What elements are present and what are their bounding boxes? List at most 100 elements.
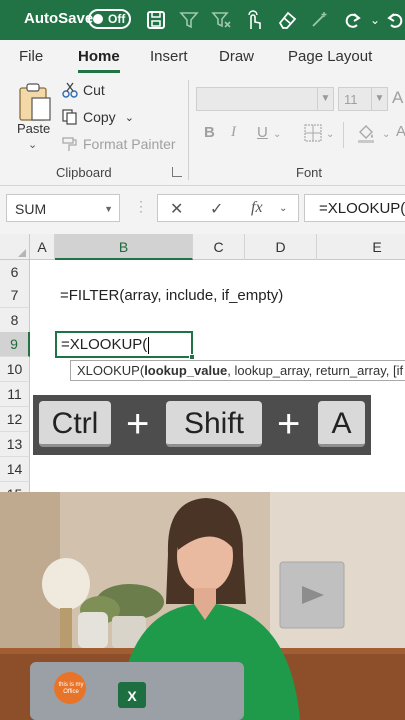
presenter-video: X this is my Office bbox=[0, 492, 405, 720]
tab-insert[interactable]: Insert bbox=[150, 48, 188, 65]
tooltip-remaining-args: , lookup_array, return_array, [if bbox=[227, 363, 404, 378]
row-header[interactable]: 15 bbox=[0, 482, 30, 492]
autosave-toggle-text: Off bbox=[108, 12, 126, 26]
laptop-sticker-text: this is my Office bbox=[58, 682, 84, 695]
chevron-down-icon[interactable]: ⌄ bbox=[326, 129, 334, 140]
column-headers: A B C D E bbox=[0, 234, 405, 260]
tab-file[interactable]: File bbox=[19, 48, 43, 65]
paste-icon[interactable] bbox=[18, 82, 52, 122]
ribbon-tabs: File Home Insert Draw Page Layout bbox=[0, 40, 405, 74]
tab-home[interactable]: Home bbox=[78, 48, 120, 65]
cut-button[interactable]: Cut bbox=[62, 82, 105, 98]
clipboard-launcher-icon[interactable] bbox=[172, 167, 182, 177]
row-header[interactable]: 10 bbox=[0, 357, 30, 382]
formula-input[interactable]: =XLOOKUP( bbox=[304, 194, 405, 222]
font-size-select[interactable]: 11 ▼ bbox=[338, 87, 388, 111]
active-cell-value: =XLOOKUP( bbox=[61, 336, 148, 353]
undo-icon[interactable] bbox=[384, 9, 405, 31]
cut-label: Cut bbox=[83, 82, 105, 98]
column-header-a[interactable]: A bbox=[30, 234, 55, 260]
copy-icon bbox=[62, 109, 77, 125]
enter-icon[interactable]: ✓ bbox=[210, 199, 223, 219]
key-ctrl: Ctrl bbox=[39, 401, 111, 447]
tooltip-current-arg[interactable]: lookup_value bbox=[144, 363, 227, 378]
cancel-icon[interactable]: ✕ bbox=[170, 199, 183, 219]
row-header[interactable]: 13 bbox=[0, 432, 30, 457]
italic-button[interactable]: I bbox=[231, 124, 236, 141]
row-header-selected[interactable]: 9 bbox=[0, 332, 30, 357]
ribbon: Paste ⌄ Cut Copy ⌄ Format Painter Clipbo… bbox=[0, 74, 405, 186]
chevron-down-icon: ▼ bbox=[371, 88, 387, 110]
filter-icon[interactable] bbox=[178, 9, 200, 31]
key-a: A bbox=[318, 401, 365, 447]
chevron-down-icon[interactable]: ▼ bbox=[104, 204, 113, 214]
autosave-label: AutoSave bbox=[24, 10, 94, 27]
name-box[interactable]: SUM ▼ bbox=[6, 194, 120, 222]
font-name-select[interactable]: ▼ bbox=[196, 87, 334, 111]
dropdown-icon[interactable]: ⌄ bbox=[364, 9, 386, 31]
insert-function-button[interactable]: fx bbox=[251, 199, 263, 217]
cell-b7[interactable]: =FILTER(array, include, if_empty) bbox=[60, 287, 283, 304]
ribbon-separator bbox=[343, 122, 344, 148]
column-header-d[interactable]: D bbox=[245, 234, 317, 260]
select-all-button[interactable] bbox=[0, 234, 30, 260]
bold-button[interactable]: B bbox=[204, 124, 215, 141]
sparkle-icon[interactable] bbox=[308, 9, 330, 31]
redo-icon[interactable] bbox=[342, 9, 364, 31]
row-header[interactable]: 12 bbox=[0, 407, 30, 432]
format-painter-label: Format Painter bbox=[83, 136, 176, 152]
save-icon[interactable] bbox=[145, 9, 167, 31]
ribbon-separator bbox=[188, 80, 189, 180]
column-header-b[interactable]: B bbox=[55, 234, 193, 260]
autosave-toggle[interactable]: Off bbox=[88, 9, 131, 29]
column-header-e[interactable]: E bbox=[317, 234, 405, 260]
tab-draw[interactable]: Draw bbox=[219, 48, 254, 65]
row-header[interactable]: 14 bbox=[0, 457, 30, 482]
chevron-down-icon: ▼ bbox=[317, 88, 333, 110]
format-painter-button[interactable]: Format Painter bbox=[62, 136, 176, 152]
function-tooltip[interactable]: XLOOKUP(lookup_value, lookup_array, retu… bbox=[70, 360, 405, 381]
tooltip-function: XLOOKUP( bbox=[77, 363, 145, 378]
column-header-c[interactable]: C bbox=[193, 234, 245, 260]
scissors-icon bbox=[62, 82, 78, 98]
plus-sign: + bbox=[277, 402, 301, 446]
key-shift: Shift bbox=[166, 401, 262, 447]
svg-text:X: X bbox=[127, 688, 137, 704]
font-group-label: Font bbox=[296, 165, 323, 180]
name-box-value: SUM bbox=[15, 201, 47, 217]
row-header[interactable]: 8 bbox=[0, 308, 30, 333]
more-options-icon[interactable]: ⋮ bbox=[134, 198, 148, 215]
copy-button[interactable]: Copy ⌄ bbox=[62, 109, 134, 125]
active-tab-indicator bbox=[78, 70, 120, 73]
plus-sign: + bbox=[126, 402, 150, 446]
keyboard-shortcut-overlay: Ctrl + Shift + A bbox=[33, 395, 371, 455]
toggle-knob bbox=[93, 14, 103, 24]
touch-icon[interactable] bbox=[243, 9, 265, 31]
row-header[interactable]: 7 bbox=[0, 283, 30, 308]
paste-label[interactable]: Paste bbox=[17, 121, 50, 136]
active-cell-text: =XLOOKUP( bbox=[61, 336, 150, 354]
font-size-value: 11 bbox=[344, 92, 358, 107]
fill-color-icon[interactable] bbox=[356, 123, 376, 143]
font-color-icon[interactable]: A bbox=[396, 123, 405, 140]
row-header[interactable]: 11 bbox=[0, 382, 30, 407]
copy-label: Copy bbox=[83, 109, 116, 125]
font-grow-button[interactable]: A bbox=[392, 88, 403, 108]
chevron-down-icon[interactable]: ⌄ bbox=[273, 129, 281, 140]
borders-icon[interactable] bbox=[304, 124, 322, 142]
tab-page-layout[interactable]: Page Layout bbox=[288, 48, 372, 65]
formula-bar: SUM ▼ ⋮ ✕ ✓ fx ⌄ =XLOOKUP( bbox=[0, 186, 405, 234]
copy-dropdown-icon[interactable]: ⌄ bbox=[125, 111, 134, 124]
title-bar: AutoSave Off ⌄ bbox=[0, 0, 405, 40]
paste-dropdown-icon[interactable]: ⌄ bbox=[28, 138, 37, 151]
format-painter-icon bbox=[62, 137, 77, 151]
row-header[interactable]: 6 bbox=[0, 260, 30, 285]
clipboard-group-label: Clipboard bbox=[56, 165, 112, 180]
eraser-icon[interactable] bbox=[276, 9, 298, 31]
filter-clear-icon[interactable] bbox=[210, 9, 232, 31]
chevron-down-icon[interactable]: ⌄ bbox=[382, 129, 390, 140]
chevron-down-icon[interactable]: ⌄ bbox=[279, 203, 287, 214]
underline-button[interactable]: U bbox=[257, 124, 268, 141]
text-caret bbox=[148, 336, 150, 354]
active-cell-b9[interactable]: =XLOOKUP( bbox=[55, 331, 195, 360]
